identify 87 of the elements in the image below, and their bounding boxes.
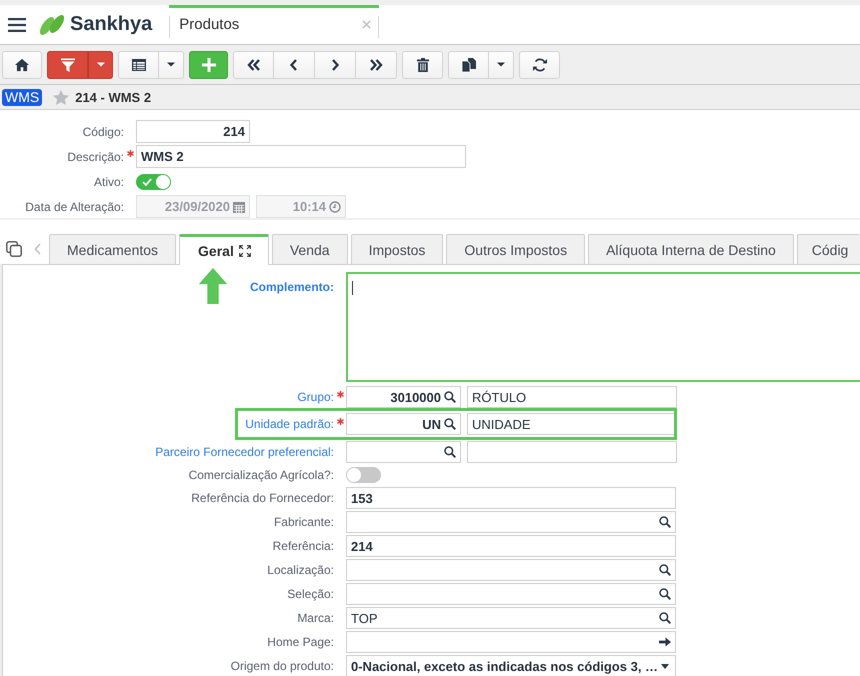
field-label: Parceiro Fornecedor preferencial: [155,445,334,459]
tab[interactable]: Outros Impostos [446,234,586,264]
tab[interactable]: Impostos [350,234,444,264]
field-label: Código: [82,124,124,138]
text-field[interactable]: 214 [346,535,676,557]
tab[interactable]: Venda [272,234,348,264]
plus-icon [202,58,216,72]
text-field[interactable]: 153 [346,487,676,509]
search-icon[interactable] [444,446,456,458]
arrow-right-icon[interactable] [659,636,671,648]
refresh-icon [532,58,546,72]
home-button[interactable] [2,50,42,78]
lookup-name-field[interactable] [467,441,677,463]
last-record-button[interactable] [356,50,397,78]
tab[interactable]: Alíquota Interna de Destino [588,234,794,264]
filter-icon [60,58,74,72]
duplicate-menu-button[interactable] [489,50,514,78]
brand-name: Sankhya [70,13,152,36]
search-icon[interactable] [659,612,671,624]
lookup-code-field[interactable]: 3010000 [346,386,461,408]
first-record-button[interactable] [233,50,274,78]
double-chevron-right-icon [369,58,383,72]
menu-icon[interactable] [8,18,26,32]
search-icon[interactable] [659,588,671,600]
favorite-star-icon[interactable] [53,90,70,104]
expand-icon[interactable] [238,245,251,257]
refresh-button[interactable] [519,50,560,78]
lookup-name-field[interactable]: RÓTULO [467,386,677,408]
field-label: Ativo: [94,174,124,188]
text-cursor-icon [352,281,353,295]
trash-icon [416,58,430,72]
caret-icon [661,664,670,668]
field-label: Referência do Fornecedor: [191,491,334,505]
table-icon [132,58,146,72]
field-label: Home Page: [267,635,334,649]
grid-menu-button[interactable] [159,50,184,78]
field-label: Comercialização Agrícola?: [188,468,334,482]
lookup-field[interactable] [346,583,676,605]
lookup-code-field[interactable]: UN [346,413,461,435]
select-field[interactable]: 0-Nacional, exceto as indicadas nos códigos 3, … [346,655,676,676]
record-title: 214 - WMS 2 [75,90,152,104]
url-field[interactable] [346,631,676,653]
lookup-field[interactable] [346,559,676,581]
duplicate-button[interactable] [448,50,489,78]
grid-view-button[interactable] [118,50,159,78]
tab[interactable]: Medicamentos [49,234,176,264]
lookup-field[interactable] [346,511,676,533]
field-label: Referência: [272,539,334,553]
field-label: Marca: [297,611,334,625]
filter-button[interactable] [47,50,88,78]
add-button[interactable] [189,50,228,78]
previous-record-button[interactable] [274,50,315,78]
lookup-code-field[interactable] [346,441,461,463]
module-badge: WMS [2,88,42,106]
field-label: Complemento: [250,280,334,294]
toggle-switch[interactable] [346,467,381,483]
document-tab[interactable]: Produtos [169,4,380,44]
description-field[interactable]: WMS 2 [136,145,466,168]
toggle-switch[interactable] [136,174,171,190]
search-icon[interactable] [444,418,456,430]
caret-icon [167,62,175,67]
field-label: Unidade padrão: [245,417,334,431]
tab[interactable]: Códig [796,234,860,264]
caret-icon [96,62,104,67]
lookup-name-field[interactable]: UNIDADE [467,413,677,435]
field-label: Data de Alteração: [25,200,124,214]
check-icon [142,178,152,186]
next-record-button[interactable] [315,50,356,78]
field-label: Origem do produto: [230,659,334,673]
delete-button[interactable] [402,50,443,78]
documents-icon [462,58,476,72]
caret-icon [497,62,505,67]
search-icon[interactable] [444,391,456,403]
field-label: Localização: [267,563,334,577]
filter-menu-button[interactable] [88,50,113,78]
field-label: Grupo: [297,390,334,404]
lookup-field[interactable]: TOP [346,607,676,629]
field-label: Fabricante: [274,515,334,529]
leaf-logo-icon [38,12,66,36]
home-icon [15,58,29,72]
field-label: Descrição: [67,150,124,164]
search-icon[interactable] [659,564,671,576]
search-icon[interactable] [659,516,671,528]
field-label: Seleção: [287,587,334,601]
stacked-windows-icon[interactable] [6,241,22,257]
code-field[interactable]: 214 [136,120,250,143]
double-chevron-left-icon [246,58,260,72]
